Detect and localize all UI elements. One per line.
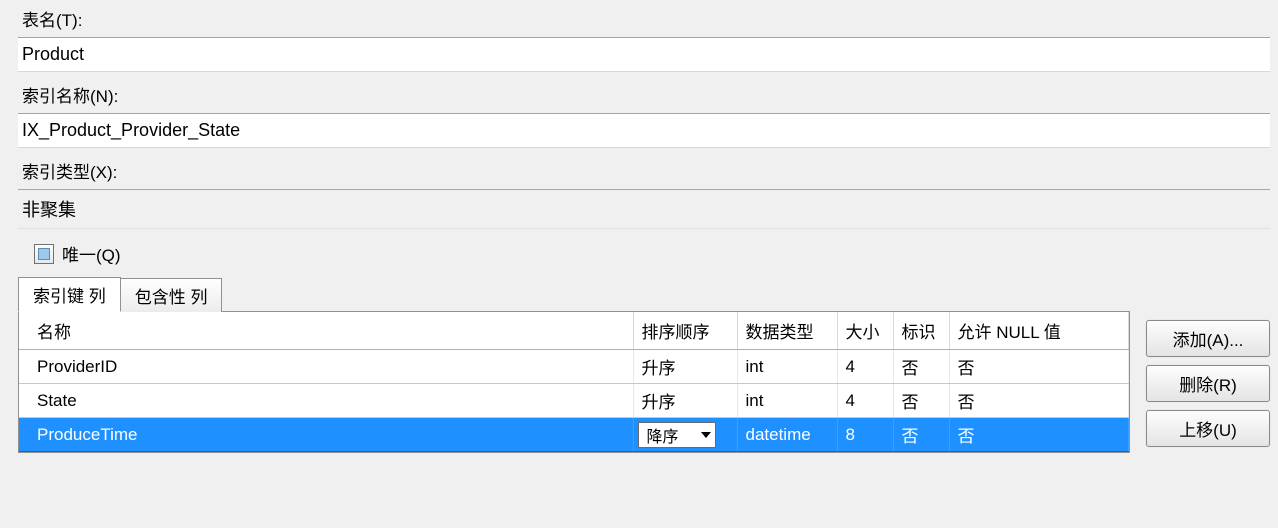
sort-order-value: 降序 [647,423,679,447]
cell-size[interactable]: 4 [837,384,893,418]
table-row[interactable]: ProduceTime降序datetime8否否 [19,418,1129,452]
grid-header-size[interactable]: 大小 [837,312,893,350]
sort-order-select[interactable]: 降序 [638,422,716,448]
move-up-button[interactable]: 上移(U) [1146,410,1270,447]
cell-sort[interactable]: 升序 [633,384,737,418]
columns-grid[interactable]: 名称 排序顺序 数据类型 大小 标识 允许 NULL 值 ProviderID升… [19,312,1129,452]
index-name-field[interactable]: IX_Product_Provider_State [18,113,1270,148]
cell-nullable[interactable]: 否 [949,418,1129,452]
cell-sort[interactable]: 升序 [633,350,737,384]
table-row[interactable]: ProviderID升序int4否否 [19,350,1129,384]
index-name-label: 索引名称(N): [0,80,1278,113]
cell-sort[interactable]: 降序 [633,418,737,452]
chevron-down-icon [701,432,711,438]
index-type-field[interactable]: 非聚集 [18,189,1270,229]
cell-size[interactable]: 4 [837,350,893,384]
grid-header-ident[interactable]: 标识 [893,312,949,350]
cell-nullable[interactable]: 否 [949,350,1129,384]
grid-header-row: 名称 排序顺序 数据类型 大小 标识 允许 NULL 值 [19,312,1129,350]
tab-index-key-columns[interactable]: 索引键 列 [18,277,121,312]
unique-checkbox-row: 唯一(Q) [0,237,1278,276]
grid-header-sort[interactable]: 排序顺序 [633,312,737,350]
remove-button[interactable]: 删除(R) [1146,365,1270,402]
side-buttons: 添加(A)... 删除(R) 上移(U) [1146,276,1270,447]
cell-size[interactable]: 8 [837,418,893,452]
index-dialog: 表名(T): Product 索引名称(N): IX_Product_Provi… [0,0,1278,528]
cell-name[interactable]: ProviderID [19,350,633,384]
index-type-label: 索引类型(X): [0,156,1278,189]
grid-header-nullable[interactable]: 允许 NULL 值 [949,312,1129,350]
cell-ident[interactable]: 否 [893,384,949,418]
checkbox-indeterminate-icon [38,248,50,260]
unique-checkbox-label: 唯一(Q) [62,241,121,266]
cell-name[interactable]: State [19,384,633,418]
tab-included-columns[interactable]: 包含性 列 [120,278,223,312]
unique-checkbox[interactable] [34,244,54,264]
cell-ident[interactable]: 否 [893,418,949,452]
cell-dtype[interactable]: int [737,384,837,418]
table-row[interactable]: State升序int4否否 [19,384,1129,418]
grid-header-dtype[interactable]: 数据类型 [737,312,837,350]
columns-grid-panel: 名称 排序顺序 数据类型 大小 标识 允许 NULL 值 ProviderID升… [18,311,1130,453]
cell-dtype[interactable]: int [737,350,837,384]
tabs: 索引键 列 包含性 列 [18,276,1130,311]
cell-nullable[interactable]: 否 [949,384,1129,418]
table-name-label: 表名(T): [0,4,1278,37]
cell-dtype[interactable]: datetime [737,418,837,452]
cell-name[interactable]: ProduceTime [19,418,633,452]
table-name-field[interactable]: Product [18,37,1270,72]
add-button[interactable]: 添加(A)... [1146,320,1270,357]
grid-header-name[interactable]: 名称 [19,312,633,350]
cell-ident[interactable]: 否 [893,350,949,384]
